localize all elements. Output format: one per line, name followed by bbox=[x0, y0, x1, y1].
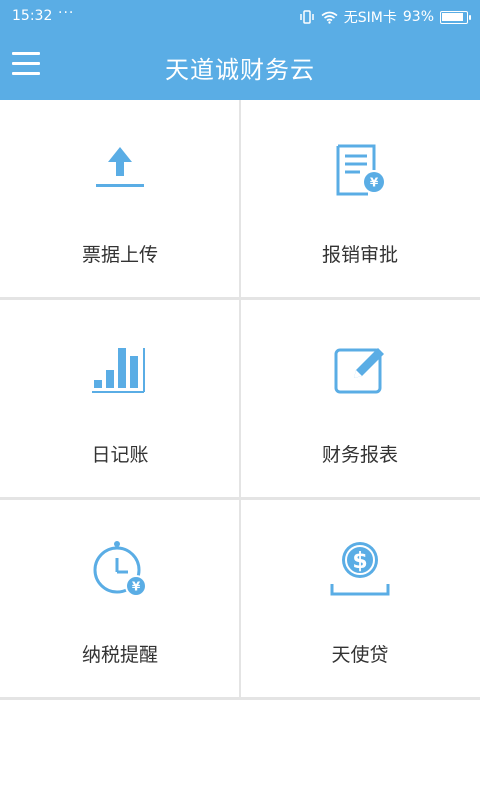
svg-text:$: $ bbox=[352, 549, 367, 574]
tile-tax-reminder[interactable]: ¥ 纳税提醒 bbox=[0, 500, 240, 700]
app-title: 天道诚财务云 bbox=[165, 56, 315, 84]
edit-icon bbox=[334, 348, 384, 394]
status-right: 无SIM卡 93% bbox=[299, 7, 471, 27]
svg-text:¥: ¥ bbox=[370, 176, 379, 190]
invoice-document-icon: ¥ bbox=[336, 144, 384, 196]
grid-divider bbox=[0, 697, 480, 700]
battery-icon bbox=[440, 10, 471, 24]
tile-label: 票据上传 bbox=[81, 244, 158, 266]
bar-chart-icon bbox=[92, 348, 145, 393]
tile-journal[interactable]: 日记账 bbox=[0, 300, 240, 500]
tile-label: 报销审批 bbox=[321, 244, 398, 266]
wifi-icon bbox=[321, 11, 338, 24]
carrier-text: 无SIM卡 bbox=[343, 10, 397, 26]
status-more-icon: ··· bbox=[58, 5, 75, 21]
tile-label: 日记账 bbox=[91, 444, 149, 466]
status-time: 15:32 bbox=[12, 8, 53, 24]
tile-expense-approval[interactable]: ¥ 报销审批 bbox=[240, 100, 480, 300]
clock-icon: ¥ bbox=[93, 541, 147, 597]
tile-angel-loan[interactable]: $ 天使贷 bbox=[240, 500, 480, 700]
header: 15:32 ··· 无SIM卡 93% 天道诚财务云 bbox=[0, 0, 480, 100]
tile-financial-statements[interactable]: 财务报表 bbox=[240, 300, 480, 500]
money-coin-icon: $ bbox=[330, 542, 390, 596]
tile-label: 天使贷 bbox=[331, 644, 389, 666]
tile-label: 纳税提醒 bbox=[81, 644, 158, 666]
battery-percent: 93% bbox=[402, 9, 434, 25]
tile-label: 财务报表 bbox=[321, 444, 398, 466]
vibrate-icon bbox=[300, 10, 314, 24]
status-bar: 15:32 ··· 无SIM卡 93% bbox=[0, 0, 480, 32]
tile-upload-receipts[interactable]: 票据上传 bbox=[0, 100, 240, 300]
battery-fill bbox=[442, 12, 463, 21]
upload-icon bbox=[96, 147, 144, 187]
grid-divider bbox=[239, 100, 241, 697]
svg-text:¥: ¥ bbox=[132, 580, 141, 594]
